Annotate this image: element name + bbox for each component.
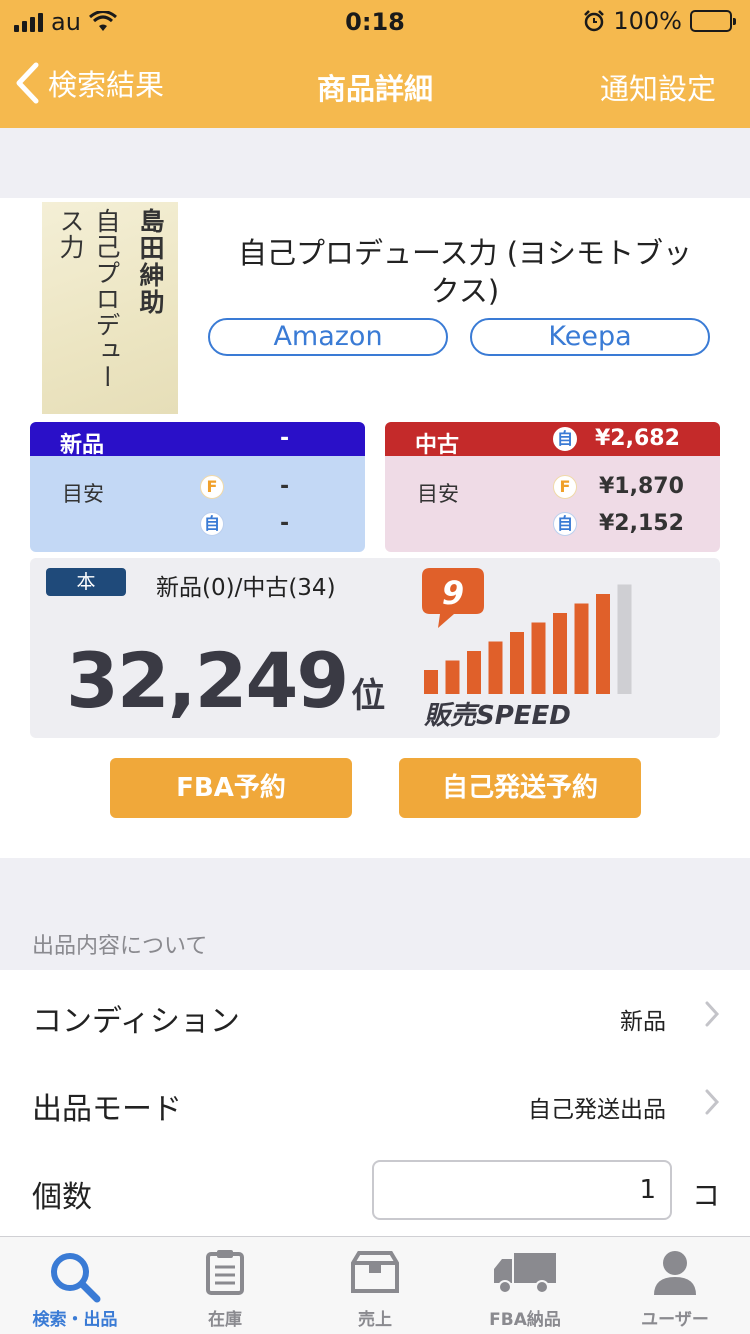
speed-bar (510, 632, 524, 694)
new-price-box: 新品 - 目安 F - 自 - (30, 422, 365, 552)
used-self-price: ¥2,152 (599, 511, 684, 536)
new-label: 新品 (60, 433, 105, 458)
rank-unit: 位 (351, 676, 386, 716)
used-guide-label: 目安 (417, 482, 459, 506)
used-price-value: ¥2,682 (595, 426, 680, 451)
speed-bar (467, 651, 481, 694)
used-price-box: 中古 自 ¥2,682 目安 F ¥1,870 自 ¥2,152 (385, 422, 720, 552)
quantity-input[interactable] (372, 1160, 672, 1220)
tab-user-label: ユーザー (641, 1310, 709, 1330)
tab-fba[interactable]: FBA納品 (450, 1237, 600, 1334)
tab-search-label: 検索・出品 (32, 1310, 118, 1330)
new-price-value: - (280, 426, 290, 451)
status-right: 100% (583, 7, 736, 35)
speed-bar (531, 622, 546, 694)
cover-title: 自己プロデュース力 (56, 208, 121, 390)
speed-label: 販売SPEED (424, 701, 571, 731)
notification-settings-button[interactable]: 通知設定 (600, 66, 716, 108)
section-header: 出品内容について (32, 934, 208, 959)
status-bar: au 0:18 100% (0, 0, 750, 40)
product-title: 自己プロデュース力 (ヨシモトブックス) (237, 236, 693, 308)
speed-bar (574, 603, 589, 694)
quantity-label: 個数 (32, 1180, 92, 1215)
speed-bar (596, 594, 610, 694)
fba-badge-icon: F (200, 475, 224, 499)
quantity-unit: コ (692, 1179, 721, 1212)
listing-mode-value: 自己発送出品 (528, 1097, 666, 1123)
condition-row[interactable]: コンディション 新品 (0, 970, 750, 1058)
amazon-link-button[interactable]: Amazon (208, 318, 448, 356)
ranking-box: 本 新品(0)/中古(34) 32,249 位 9 販売SPEED (30, 558, 720, 738)
sales-rank: 32,249 位 (66, 636, 385, 725)
tab-bar: 検索・出品 在庫 売上 FBA納品 ユーザー (0, 1236, 750, 1334)
fba-badge-icon: F (553, 475, 577, 499)
offer-counts: 新品(0)/中古(34) (156, 575, 336, 601)
new-fba-price: - (280, 474, 290, 499)
navigation-bar: 検索結果 商品詳細 通知設定 (0, 40, 750, 128)
chevron-right-icon (705, 1001, 720, 1027)
new-price-body: 目安 F - 自 - (30, 456, 365, 552)
condition-value: 新品 (620, 1009, 666, 1035)
rank-number: 32,249 (66, 636, 349, 725)
listing-mode-row[interactable]: 出品モード 自己発送出品 (0, 1058, 750, 1146)
user-icon (654, 1251, 696, 1295)
self-ship-badge-icon: 自 (553, 427, 577, 451)
alarm-icon (584, 10, 605, 32)
self-ship-reserve-button[interactable]: 自己発送予約 (399, 758, 641, 818)
clipboard-icon (206, 1250, 244, 1295)
category-badge: 本 (46, 568, 126, 596)
book-cover-image[interactable]: 島田紳助 自己プロデュース力 (42, 202, 178, 414)
tab-sales[interactable]: 売上 (300, 1237, 450, 1334)
battery-icon (690, 10, 736, 32)
used-fba-price: ¥1,870 (599, 474, 684, 499)
used-price-header: 中古 自 ¥2,682 (385, 422, 720, 458)
speed-bar (617, 584, 632, 694)
cover-author: 島田紳助 (136, 208, 165, 316)
new-guide-label: 目安 (62, 482, 104, 506)
listing-form: コンディション 新品 出品モード 自己発送出品 個数 コ (0, 970, 750, 1236)
tab-search[interactable]: 検索・出品 (0, 1237, 150, 1334)
battery-percent: 100% (613, 7, 682, 35)
self-ship-badge-icon: 自 (553, 512, 577, 536)
tab-inventory-label: 在庫 (208, 1310, 242, 1330)
speed-bar (488, 641, 503, 694)
tab-sales-label: 売上 (358, 1310, 392, 1330)
fba-reserve-button[interactable]: FBA予約 (110, 758, 352, 818)
self-ship-badge-icon: 自 (200, 512, 224, 536)
sales-speed-meter: 9 販売SPEED (422, 568, 632, 731)
new-price-header: 新品 - (30, 422, 365, 458)
search-icon (51, 1253, 101, 1303)
speed-bar (553, 613, 567, 694)
speed-bar (445, 660, 460, 694)
speed-level: 9 (442, 574, 464, 612)
product-card: 島田紳助 自己プロデュース力 自己プロデュース力 (ヨシモトブックス) Amaz… (0, 198, 750, 858)
new-self-price: - (280, 511, 290, 536)
speed-bar (424, 670, 438, 694)
tab-fba-label: FBA納品 (489, 1310, 561, 1330)
condition-label: コンディション (32, 1004, 240, 1039)
used-label: 中古 (415, 433, 460, 458)
truck-icon (494, 1253, 556, 1294)
tab-inventory[interactable]: 在庫 (150, 1237, 300, 1334)
chevron-right-icon (705, 1089, 720, 1115)
box-icon (351, 1251, 399, 1293)
listing-mode-label: 出品モード (32, 1092, 182, 1127)
tab-user[interactable]: ユーザー (600, 1237, 750, 1334)
used-price-body: 目安 F ¥1,870 自 ¥2,152 (385, 456, 720, 552)
keepa-link-button[interactable]: Keepa (470, 318, 710, 356)
